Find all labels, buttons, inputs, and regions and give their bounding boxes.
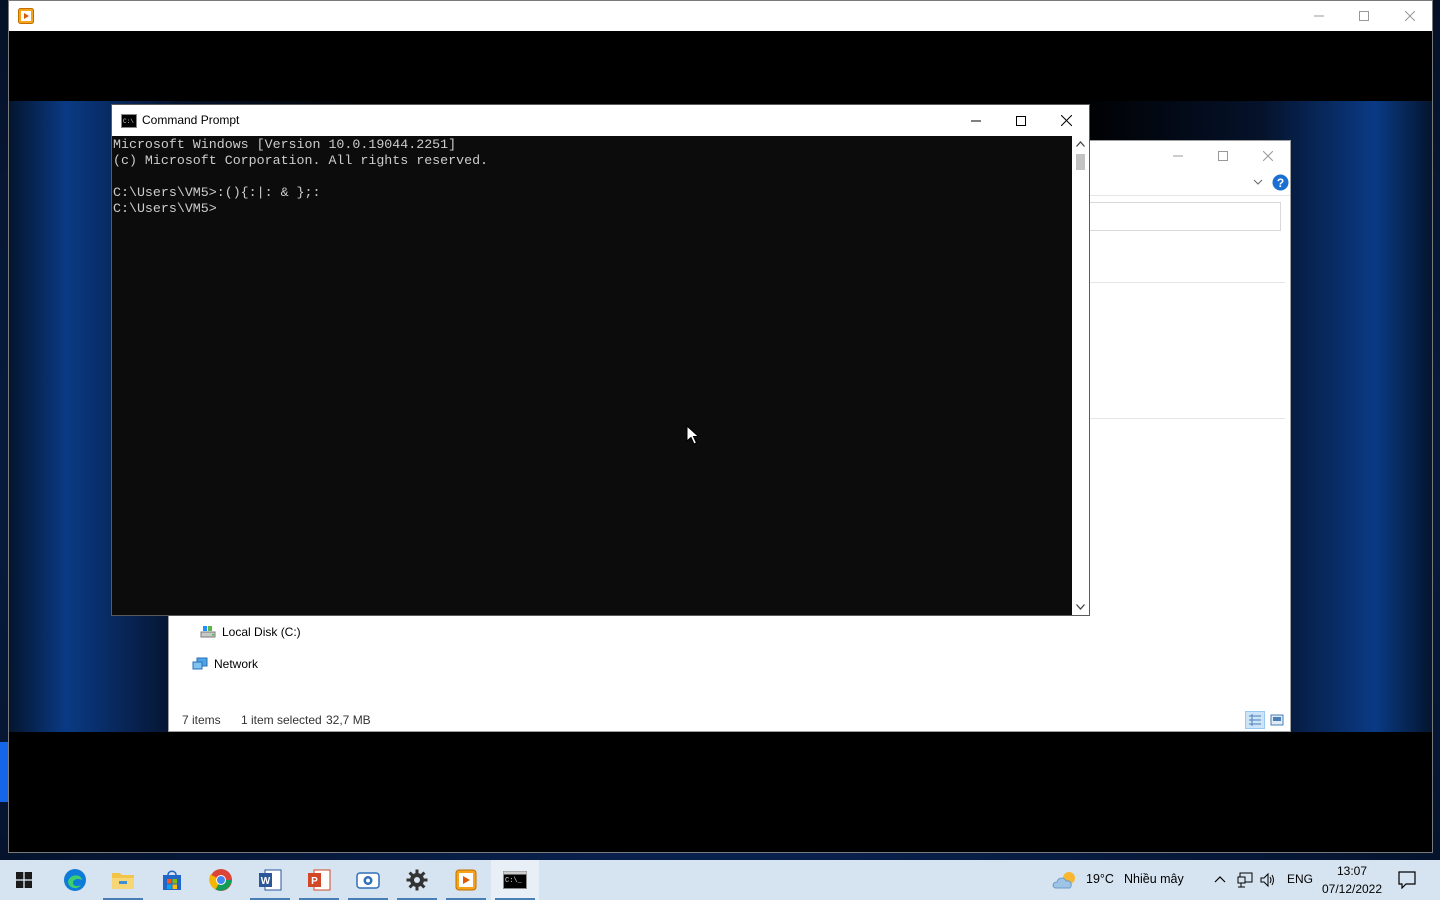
mouse-cursor-icon <box>686 425 700 445</box>
camera-icon <box>356 872 380 889</box>
nav-item-local-disk[interactable]: Local Disk (C:) <box>200 625 301 639</box>
network-icon <box>192 657 208 670</box>
taskbar: W P C:\_ 19°C Nhiều mây ENG 13:07 07/12/… <box>0 860 1440 900</box>
cmd-console[interactable]: Microsoft Windows [Version 10.0.19044.22… <box>112 136 1073 615</box>
nav-item-network[interactable]: Network <box>192 657 258 671</box>
store-icon <box>163 870 181 890</box>
explorer-divider <box>1089 282 1285 283</box>
chevron-up-icon[interactable] <box>1214 875 1226 883</box>
nav-item-label: Network <box>214 657 259 671</box>
cmd-title: Command Prompt <box>142 113 240 127</box>
taskbar-chrome[interactable] <box>197 860 245 900</box>
explorer-minimize-button[interactable] <box>1155 141 1201 171</box>
powerpoint-icon: P <box>308 869 331 891</box>
svg-text:?: ? <box>1277 176 1284 190</box>
chrome-icon <box>209 869 232 891</box>
scrollbar-thumb[interactable] <box>1076 154 1085 170</box>
player-app-icon <box>18 8 34 24</box>
start-button[interactable] <box>0 860 48 900</box>
windows-start-icon <box>16 872 32 888</box>
console-line: (c) Microsoft Corporation. All rights re… <box>113 153 489 168</box>
console-line: Microsoft Windows [Version 10.0.19044.22… <box>113 137 457 152</box>
taskbar-camera[interactable] <box>344 860 392 900</box>
drive-icon <box>200 626 216 638</box>
scroll-up-arrow-icon[interactable] <box>1076 141 1085 147</box>
cmd-titlebar[interactable]: C:\ Command Prompt <box>112 105 1089 136</box>
minimize-icon <box>1314 15 1324 17</box>
vm-maximize-button[interactable] <box>1341 1 1387 31</box>
console-prompt-line: C:\Users\VM5> <box>113 201 217 216</box>
large-icons-view-button[interactable] <box>1267 711 1287 729</box>
taskbar-word[interactable]: W <box>246 860 294 900</box>
explorer-search-box[interactable] <box>1089 202 1281 231</box>
weather-condition[interactable]: Nhiều mây <box>1124 872 1184 886</box>
host-desktop-accent <box>0 742 8 802</box>
gear-icon <box>406 869 428 891</box>
cmd-close-button[interactable] <box>1043 105 1089 136</box>
console-line: C:\Users\VM5>:(){:|: & };: <box>113 185 321 200</box>
notification-icon[interactable] <box>1398 871 1416 889</box>
maximize-icon <box>1016 115 1026 126</box>
taskbar-store[interactable] <box>148 860 196 900</box>
taskbar-player[interactable] <box>442 860 490 900</box>
cmd-icon: C:\ <box>121 114 137 128</box>
edge-icon <box>64 869 86 891</box>
folder-icon <box>112 873 134 889</box>
svg-text:C:\_: C:\_ <box>505 877 523 885</box>
taskbar-clock[interactable]: 13:07 07/12/2022 <box>1316 862 1388 898</box>
close-icon <box>1263 151 1273 161</box>
close-icon <box>1060 115 1072 126</box>
explorer-maximize-button[interactable] <box>1200 141 1246 171</box>
weather-temperature[interactable]: 19°C <box>1086 872 1114 886</box>
cmd-minimize-button[interactable] <box>953 105 999 136</box>
explorer-close-button[interactable] <box>1245 141 1291 171</box>
minimize-icon <box>971 120 981 121</box>
explorer-divider <box>1089 418 1285 419</box>
vm-close-button[interactable] <box>1387 1 1433 31</box>
taskbar-file-explorer[interactable] <box>99 860 147 900</box>
word-icon: W <box>259 869 282 891</box>
vm-titlebar[interactable] <box>9 1 1432 31</box>
status-item-count: 7 items <box>182 713 221 727</box>
status-size: 32,7 MB <box>326 713 371 727</box>
nav-item-label: Local Disk (C:) <box>222 625 301 639</box>
details-view-button[interactable] <box>1245 711 1265 729</box>
vm-minimize-button[interactable] <box>1296 1 1342 31</box>
network-icon[interactable] <box>1237 872 1253 888</box>
maximize-icon <box>1218 151 1228 161</box>
taskbar-settings[interactable] <box>393 860 441 900</box>
taskbar-edge[interactable] <box>51 860 99 900</box>
taskbar-command-prompt[interactable]: C:\_ <box>491 860 539 900</box>
help-icon[interactable]: ? <box>1272 174 1289 191</box>
chevron-down-icon[interactable] <box>1253 178 1263 186</box>
volume-icon[interactable] <box>1260 872 1276 888</box>
svg-text:W: W <box>261 876 271 887</box>
clock-time: 13:07 <box>1336 864 1368 878</box>
cmd-icon: C:\_ <box>503 871 527 889</box>
guest-desktop-bottom-band <box>9 732 1432 852</box>
close-icon <box>1405 11 1415 21</box>
weather-cloudy-icon[interactable] <box>1052 870 1080 890</box>
details-view-icon <box>1249 714 1261 726</box>
svg-text:P: P <box>311 876 318 887</box>
guest-desktop-top-band <box>9 31 1432 101</box>
cmd-maximize-button[interactable] <box>998 105 1044 136</box>
explorer-status-bar: 7 items 1 item selected 32,7 MB <box>169 707 1290 731</box>
command-prompt-window: C:\ Command Prompt Microsoft Windows [Ve… <box>111 104 1090 616</box>
taskbar-powerpoint[interactable]: P <box>295 860 343 900</box>
clock-date: 07/12/2022 <box>1321 882 1383 896</box>
player-app-icon <box>455 869 477 891</box>
status-selection: 1 item selected <box>241 713 322 727</box>
cmd-scrollbar[interactable] <box>1072 136 1089 615</box>
scroll-down-arrow-icon[interactable] <box>1076 604 1085 610</box>
maximize-icon <box>1359 11 1369 21</box>
large-icons-view-icon <box>1270 714 1284 726</box>
minimize-icon <box>1173 155 1183 157</box>
language-indicator[interactable]: ENG <box>1287 872 1313 886</box>
svg-text:C:\: C:\ <box>123 118 134 125</box>
